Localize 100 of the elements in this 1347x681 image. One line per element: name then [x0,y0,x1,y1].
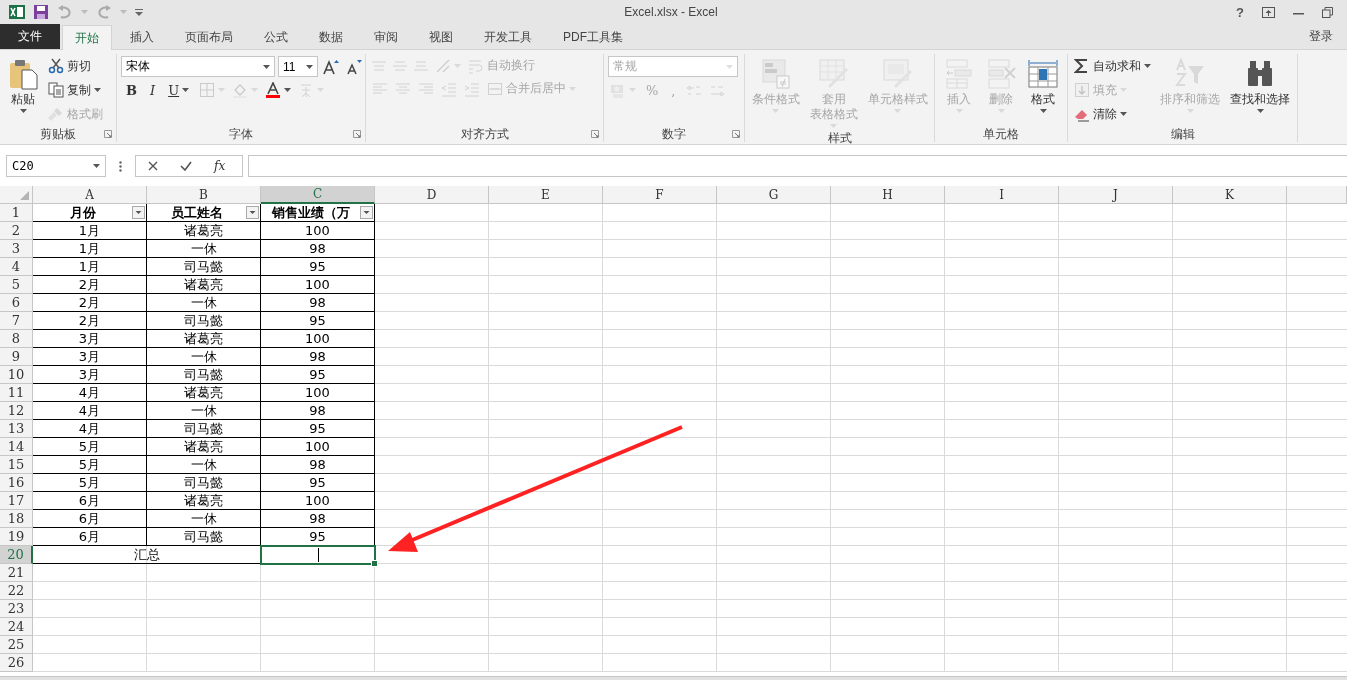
format-button[interactable]: B [121,81,142,99]
dialog-launcher-icon[interactable] [732,130,740,138]
filter-dropdown-icon[interactable] [246,206,259,219]
row-header[interactable]: 19 [0,528,33,546]
column-header[interactable]: F [603,186,717,204]
more-options-icon[interactable] [119,160,122,172]
table-cell: 诸葛亮 [147,330,261,348]
row-header[interactable]: 26 [0,654,33,672]
ribbon-tab[interactable]: PDF工具集 [550,25,636,50]
format-button[interactable]: I [145,81,161,99]
corner-triangle-icon [20,191,29,200]
ribbon-tab[interactable]: 视图 [416,25,466,50]
row-header[interactable]: 17 [0,492,33,510]
column-header[interactable]: C [261,186,375,204]
ribbon-button[interactable]: 复制 [46,80,105,100]
ribbon-button[interactable]: 查找和选择 [1227,56,1293,115]
table-cell: 100 [261,492,375,510]
ribbon-tab[interactable]: 开发工具 [471,25,545,50]
row-header[interactable]: 11 [0,384,33,402]
table-cell: 司马懿 [147,366,261,384]
filter-dropdown-icon[interactable] [360,206,373,219]
column-header[interactable]: E [489,186,603,204]
group-label: 剪贴板 [40,126,76,142]
row-header[interactable]: 5 [0,276,33,294]
row-header[interactable]: 3 [0,240,33,258]
ribbon-button[interactable]: 粘贴 [4,56,42,115]
name-box[interactable]: C20 [6,155,106,177]
row-header[interactable]: 23 [0,600,33,618]
ribbon-tab[interactable]: 审阅 [361,25,411,50]
group-label: 编辑 [1170,126,1195,142]
column-header[interactable]: I [945,186,1059,204]
ribbon-tab[interactable]: 插入 [117,25,167,50]
dropdown-field[interactable]: 11 [278,56,318,77]
row-header[interactable]: 12 [0,402,33,420]
row-header[interactable]: 21 [0,564,33,582]
row-header[interactable]: 13 [0,420,33,438]
row-header[interactable]: 9 [0,348,33,366]
format-button[interactable]: U [163,81,195,99]
row-header[interactable]: 7 [0,312,33,330]
ribbon-button[interactable]: 剪切 [46,56,105,76]
dialog-launcher-icon[interactable] [353,130,361,138]
ribbon-tab[interactable]: 页面布局 [172,25,246,50]
row-header[interactable]: 25 [0,636,33,654]
fill-handle[interactable] [371,560,378,567]
group-label: 样式 [827,130,852,146]
row-header[interactable]: 6 [0,294,33,312]
row-header[interactable]: 8 [0,330,33,348]
excel-logo-icon [9,4,25,20]
selected-cell[interactable] [261,546,375,564]
row-header[interactable]: 10 [0,366,33,384]
row-header[interactable]: 20 [0,546,33,564]
row-header[interactable]: 18 [0,510,33,528]
help-button[interactable]: ? [1236,4,1244,20]
insert-function-button[interactable]: fx [214,159,226,173]
column-header[interactable]: B [147,186,261,204]
column-header[interactable]: H [831,186,945,204]
row-header[interactable]: 16 [0,474,33,492]
row-header[interactable]: 24 [0,618,33,636]
row-header[interactable]: 1 [0,204,33,222]
column-header[interactable]: G [717,186,831,204]
ribbon-tab[interactable]: 数据 [306,25,356,50]
text-cursor [318,548,319,562]
sign-in-link[interactable]: 登录 [1309,28,1347,45]
dialog-launcher-icon[interactable] [591,130,599,138]
column-header[interactable]: K [1173,186,1287,204]
column-header[interactable]: A [33,186,147,204]
toolbar-button[interactable] [344,57,364,76]
dropdown-field[interactable]: 宋体 [121,56,275,77]
column-header[interactable]: D [375,186,489,204]
header-text: 员工姓名 [170,203,223,222]
dialog-launcher-icon[interactable] [104,130,112,138]
row-header[interactable]: 14 [0,438,33,456]
row-header[interactable]: 15 [0,456,33,474]
ribbon-tab[interactable]: 公式 [251,25,301,50]
table-cell: 5月 [33,456,147,474]
file-menu-tab[interactable]: 文件 [0,24,60,49]
check-icon[interactable] [180,161,192,171]
ribbon-display-icon[interactable] [1262,6,1275,18]
insert-cells-icon [943,58,975,90]
ribbon-tab[interactable]: 开始 [62,25,112,50]
filter-dropdown-icon[interactable] [132,206,145,219]
restore-icon[interactable] [1322,6,1333,18]
header-text: 销售业绩（万 [271,203,350,222]
save-icon[interactable] [33,4,49,20]
ribbon-button[interactable]: 清除 [1072,104,1153,124]
formula-input[interactable] [248,155,1347,177]
table-cell: 5月 [33,474,147,492]
column-header[interactable]: J [1059,186,1173,204]
row-header[interactable]: 2 [0,222,33,240]
delete-cells-icon [985,58,1017,90]
row-header[interactable]: 4 [0,258,33,276]
table-cell: 诸葛亮 [147,222,261,240]
ribbon-button[interactable]: 格式 [1024,56,1062,115]
toolbar-button[interactable] [321,57,341,76]
customize-toolbar-icon[interactable] [135,8,143,16]
ribbon-button[interactable]: 自动求和 [1072,56,1153,76]
toolbar-button[interactable] [263,81,294,99]
cancel-icon[interactable] [148,161,158,171]
row-header[interactable]: 22 [0,582,33,600]
conditional-format-icon [759,58,792,90]
